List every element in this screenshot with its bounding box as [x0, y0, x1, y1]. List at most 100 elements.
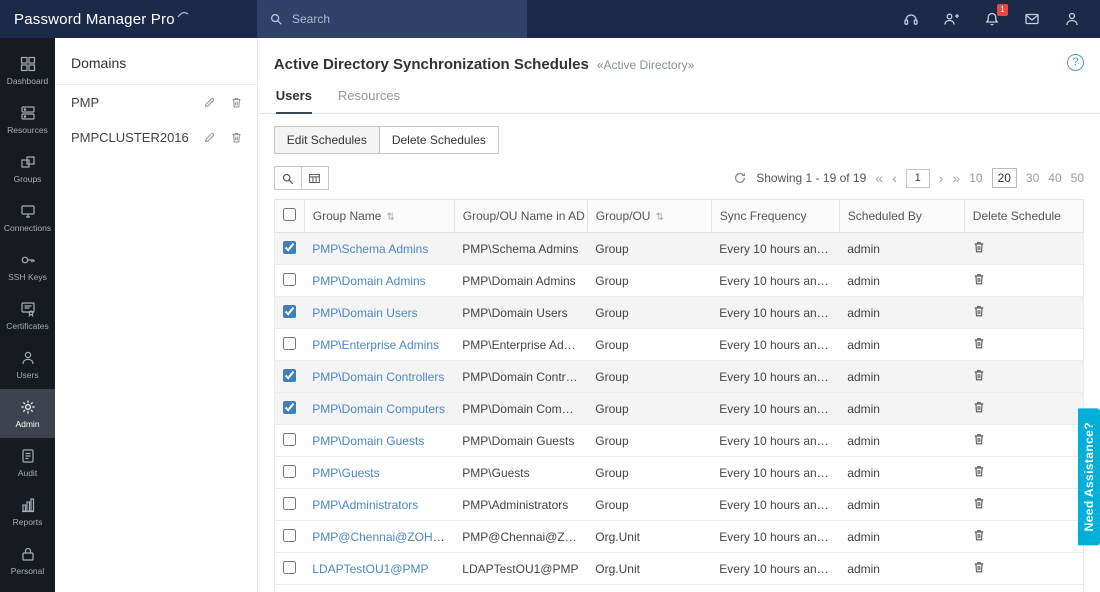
account-icon[interactable]: [1064, 11, 1080, 27]
notifications-bell-icon[interactable]: 1: [984, 11, 1000, 27]
edit-domain-icon[interactable]: [203, 96, 216, 109]
delete-schedule-icon[interactable]: [972, 400, 986, 414]
scheduled-by-cell: admin: [839, 265, 964, 297]
page-size-40[interactable]: 40: [1048, 171, 1061, 185]
page-size-10[interactable]: 10: [969, 171, 982, 185]
domain-name[interactable]: PMPCLUSTER2016: [71, 130, 189, 145]
delete-schedules-button[interactable]: Delete Schedules: [379, 126, 499, 154]
row-checkbox[interactable]: [283, 273, 296, 286]
row-checkbox[interactable]: [283, 465, 296, 478]
domain-item-pmpcluster2016[interactable]: PMPCLUSTER2016: [55, 120, 257, 155]
group-name-link[interactable]: PMP\Domain Controllers: [312, 370, 444, 384]
refresh-icon[interactable]: [733, 171, 747, 185]
sidebar-item-resources[interactable]: Resources: [0, 95, 55, 144]
domain-item-pmp[interactable]: PMP: [55, 85, 257, 120]
help-icon[interactable]: ?: [1067, 54, 1084, 71]
page-size-50[interactable]: 50: [1071, 171, 1084, 185]
sidebar-item-connections[interactable]: Connections: [0, 193, 55, 242]
app-logo-text: Password Manager Pro: [14, 11, 175, 28]
ad-name-cell: PMP\Domain Guests: [454, 425, 587, 457]
mail-icon[interactable]: [1024, 11, 1040, 27]
first-page-button[interactable]: «: [875, 171, 883, 185]
sidebar-item-reports[interactable]: Reports: [0, 487, 55, 536]
group-name-link[interactable]: PMP\Enterprise Admins: [312, 338, 439, 352]
delete-schedule-icon[interactable]: [972, 336, 986, 350]
need-assistance-tab[interactable]: Need Assistance?: [1078, 408, 1100, 545]
delete-schedule-icon[interactable]: [972, 240, 986, 254]
next-page-button[interactable]: ›: [939, 171, 944, 185]
sidebar-item-admin[interactable]: Admin: [0, 389, 55, 438]
tab-users[interactable]: Users: [276, 88, 312, 114]
row-checkbox[interactable]: [283, 561, 296, 574]
page-input[interactable]: [906, 169, 930, 188]
group-name-link[interactable]: PMP\Guests: [312, 466, 379, 480]
page-size-30[interactable]: 30: [1026, 171, 1039, 185]
row-checkbox[interactable]: [283, 401, 296, 414]
group-name-cell: PMP@Chennai@ZOHO@In...: [304, 521, 454, 553]
delete-schedule-icon[interactable]: [972, 464, 986, 478]
phone-support-icon[interactable]: [903, 11, 919, 27]
last-page-button[interactable]: »: [952, 171, 960, 185]
page-size-20[interactable]: 20: [992, 168, 1017, 188]
sidebar-item-groups[interactable]: Groups: [0, 144, 55, 193]
group-name-link[interactable]: PMP\Schema Admins: [312, 242, 428, 256]
sync-frequency-cell: Every 10 hours and 3...: [711, 553, 839, 585]
delete-schedule-icon[interactable]: [972, 432, 986, 446]
sidebar-item-label: Personal: [11, 566, 45, 576]
edit-domain-icon[interactable]: [203, 131, 216, 144]
edit-schedules-button[interactable]: Edit Schedules: [274, 126, 380, 154]
delete-schedule-icon[interactable]: [972, 528, 986, 542]
delete-cell: [964, 425, 1083, 457]
group-name-link[interactable]: PMP\Domain Admins: [312, 274, 425, 288]
add-user-icon[interactable]: [943, 11, 960, 27]
showing-text: Showing 1 - 19 of 19: [756, 171, 866, 185]
sidebar-item-users[interactable]: Users: [0, 340, 55, 389]
sidebar-item-dashboard[interactable]: Dashboard: [0, 46, 55, 95]
group-name-link[interactable]: PMP\Domain Guests: [312, 434, 424, 448]
row-checkbox[interactable]: [283, 305, 296, 318]
delete-schedule-icon[interactable]: [972, 304, 986, 318]
prev-page-button[interactable]: ‹: [892, 171, 897, 185]
audit-icon: [20, 448, 36, 464]
tab-resources[interactable]: Resources: [338, 88, 400, 113]
column-chooser-button[interactable]: [301, 166, 329, 190]
delete-schedule-icon[interactable]: [972, 368, 986, 382]
domain-name[interactable]: PMP: [71, 95, 189, 110]
schedules-table: Group Name⇅ Group/OU Name in AD⇅ Group/O…: [274, 199, 1084, 592]
col-group-name[interactable]: Group Name⇅: [304, 200, 454, 233]
group-ou-type-cell: Group: [587, 233, 711, 265]
delete-schedule-icon[interactable]: [972, 496, 986, 510]
row-checkbox[interactable]: [283, 529, 296, 542]
table-row: LDAPTestOU2@PMP LDAPTestOU2@PMP Org.Unit…: [274, 585, 1083, 592]
sidebar-item-certificates[interactable]: Certificates: [0, 291, 55, 340]
group-name-link[interactable]: LDAPTestOU1@PMP: [312, 562, 428, 576]
group-name-link[interactable]: PMP\Administrators: [312, 498, 418, 512]
search-input[interactable]: [292, 12, 492, 26]
row-checkbox[interactable]: [283, 337, 296, 350]
row-checkbox[interactable]: [283, 433, 296, 446]
delete-schedule-icon[interactable]: [972, 560, 986, 574]
row-checkbox[interactable]: [283, 497, 296, 510]
group-name-link[interactable]: PMP\Domain Computers: [312, 402, 445, 416]
row-checkbox[interactable]: [283, 369, 296, 382]
group-name-link[interactable]: PMP@Chennai@ZOHO@In...: [312, 530, 454, 544]
select-all-checkbox[interactable]: [283, 208, 296, 221]
delete-schedule-icon[interactable]: [972, 272, 986, 286]
sidebar-item-audit[interactable]: Audit: [0, 438, 55, 487]
sort-icon[interactable]: ⇅: [655, 212, 663, 223]
sidebar-item-ssh-keys[interactable]: SSH Keys: [0, 242, 55, 291]
app-logo[interactable]: Password Manager Pro: [0, 11, 257, 28]
col-ad-name[interactable]: Group/OU Name in AD⇅: [454, 200, 587, 233]
ad-name-cell: PMP@Chennai@ZOHO...: [454, 521, 587, 553]
content-header: Active Directory Synchronization Schedul…: [258, 38, 1100, 73]
sort-icon[interactable]: ⇅: [386, 212, 394, 223]
row-checkbox[interactable]: [283, 241, 296, 254]
delete-domain-icon[interactable]: [230, 96, 243, 109]
table-search-button[interactable]: [274, 166, 302, 190]
delete-domain-icon[interactable]: [230, 131, 243, 144]
col-group-ou[interactable]: Group/OU⇅: [587, 200, 711, 233]
sidebar-item-personal[interactable]: Personal: [0, 536, 55, 585]
group-name-link[interactable]: PMP\Domain Users: [312, 306, 417, 320]
certificates-icon: [20, 301, 36, 317]
breadcrumb-active-directory[interactable]: «Active Directory»: [597, 58, 694, 72]
